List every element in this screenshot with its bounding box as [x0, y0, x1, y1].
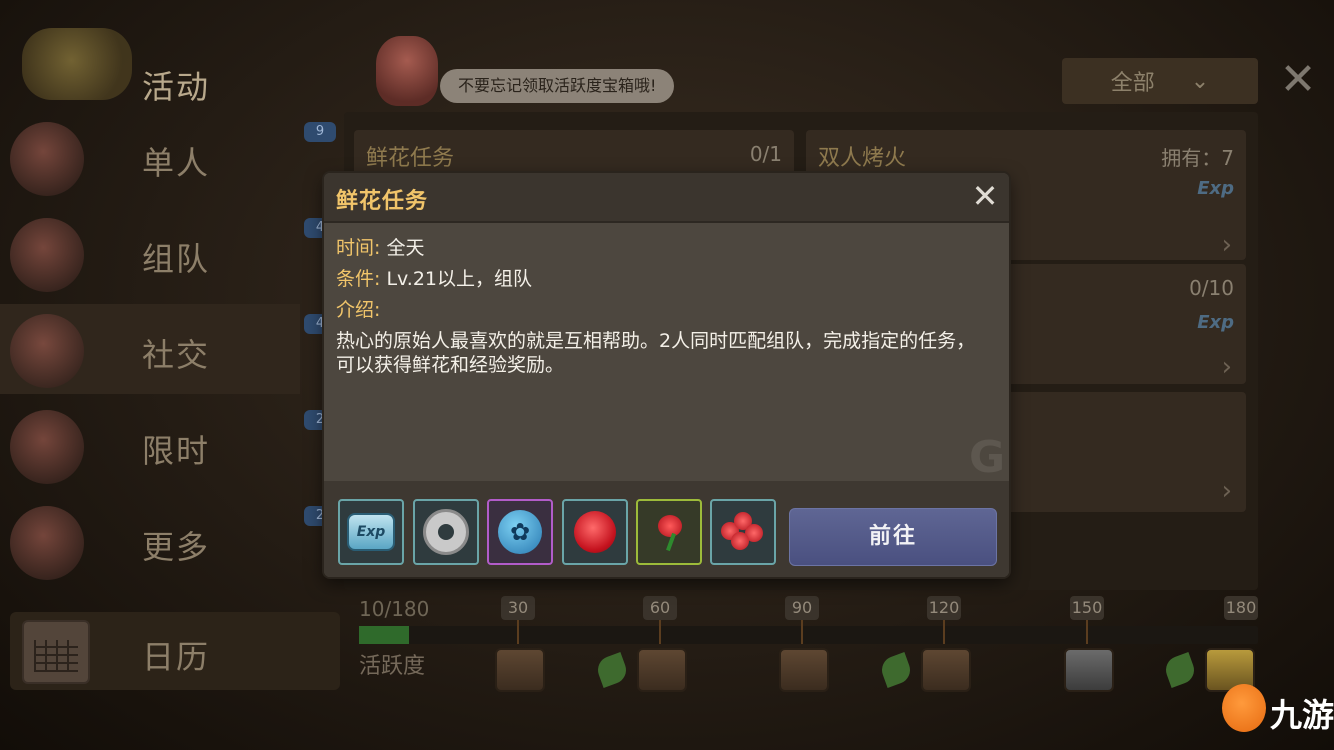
site-mascot-logo-icon: [1222, 684, 1266, 732]
activity-progress-track: [359, 626, 1258, 644]
activity-emblem-icon: [22, 28, 132, 100]
milestone-badge: 150: [1070, 596, 1104, 620]
time-value: 全天: [386, 237, 425, 259]
activity-points: 10/180: [359, 597, 430, 621]
chevron-right-icon[interactable]: ›: [1222, 476, 1232, 506]
more-avatar-icon: [10, 506, 84, 580]
reward-slot[interactable]: [636, 499, 702, 565]
condition-row: 条件: Lv.21以上，组队: [336, 264, 532, 291]
sidebar-item-more[interactable]: 更多 2: [0, 496, 336, 586]
chevron-right-icon[interactable]: ›: [1222, 230, 1232, 260]
calendar-label: 日历: [142, 638, 211, 676]
calendar-icon: [22, 620, 90, 684]
milestone-marker: [517, 620, 519, 644]
section-title: 活动: [142, 68, 211, 106]
chest-icon[interactable]: [637, 648, 687, 692]
intro-key: 介绍:: [336, 299, 381, 321]
reward-slot[interactable]: Exp: [338, 499, 404, 565]
card-owned: 拥有：7: [1161, 146, 1234, 170]
single-rose-icon: [654, 515, 684, 549]
filter-dropdown[interactable]: 全部 ⌄: [1062, 58, 1258, 104]
activity-label: 活跃度: [359, 654, 426, 679]
chest-icon[interactable]: [779, 648, 829, 692]
close-icon[interactable]: ✕: [969, 180, 1001, 213]
time-row: 时间: 全天: [336, 233, 424, 260]
milestone-badge: 60: [643, 596, 677, 620]
sidebar-item-label: 限时: [142, 432, 211, 470]
silver-chest-icon[interactable]: [1064, 648, 1114, 692]
activity-progress-fill: [359, 626, 410, 644]
paw-orb-icon: ✿: [498, 510, 542, 554]
filter-label: 全部: [1110, 71, 1155, 96]
npc-avatar: [376, 36, 438, 106]
dialog-title: 鲜花任务: [336, 189, 429, 214]
chevron-down-icon: ⌄: [1190, 68, 1210, 94]
team-avatar-icon: [10, 218, 84, 292]
time-key: 时间:: [336, 237, 381, 259]
milestone-badge: 30: [501, 596, 535, 620]
milestone-badge: 120: [927, 596, 961, 620]
leaf-icon: [878, 652, 914, 688]
count-badge: 9: [304, 122, 336, 142]
exp-icon: Exp: [347, 513, 395, 551]
card-progress: 0/10: [1189, 276, 1234, 300]
sidebar-item-label: 社交: [142, 336, 211, 374]
reward-slot[interactable]: [562, 499, 628, 565]
chest-icon[interactable]: [495, 648, 545, 692]
intro-row: 介绍:: [336, 295, 380, 322]
leaf-icon: [1162, 652, 1198, 688]
dialog-header: 鲜花任务 ✕: [324, 173, 1009, 223]
exp-icon: Exp: [1197, 312, 1234, 333]
milestone-marker: [659, 620, 661, 644]
game-logo-watermark-icon: G: [969, 432, 1006, 483]
chevron-right-icon[interactable]: ›: [1222, 352, 1232, 382]
sidebar-item-label: 更多: [142, 528, 211, 566]
go-button[interactable]: 前往: [789, 508, 997, 566]
sidebar-item-label: 组队: [142, 240, 211, 278]
close-icon[interactable]: ✕: [1276, 58, 1320, 104]
milestone-badge: 180: [1224, 596, 1258, 620]
chest-icon[interactable]: [921, 648, 971, 692]
milestone-marker: [943, 620, 945, 644]
npc-tip-bubble: 不要忘记领取活跃度宝箱哦!: [440, 69, 675, 103]
card-title: 鲜花任务: [366, 146, 455, 171]
bouquet-icon: [721, 512, 765, 552]
sidebar-item-team[interactable]: 组队 4: [0, 208, 336, 298]
single-avatar-icon: [10, 122, 84, 196]
ring-icon: [423, 509, 469, 555]
leaf-icon: [594, 652, 630, 688]
sidebar-item-single[interactable]: 单人 9: [0, 112, 336, 202]
card-title: 双人烤火: [818, 146, 907, 171]
task-description: 热心的原始人最喜欢的就是互相帮助。2人同时匹配组队，完成指定的任务，可以获得鲜花…: [336, 330, 976, 376]
rose-icon: [574, 511, 616, 553]
milestone-marker: [1086, 620, 1088, 644]
calendar-button[interactable]: 日历: [10, 612, 340, 690]
condition-value: Lv.21以上，组队: [386, 268, 533, 290]
milestone-badge: 90: [785, 596, 819, 620]
sidebar-item-label: 单人: [142, 144, 211, 182]
condition-key: 条件:: [336, 268, 381, 290]
reward-slot[interactable]: [710, 499, 776, 565]
task-detail-dialog: 鲜花任务 ✕ 时间: 全天 条件: Lv.21以上，组队 介绍: 热心的原始人最…: [324, 173, 1009, 577]
hourglass-icon: [10, 410, 84, 484]
exp-icon: Exp: [1197, 178, 1234, 199]
milestone-marker: [801, 620, 803, 644]
reward-slot[interactable]: ✿: [487, 499, 553, 565]
site-watermark-text: 九游: [1270, 696, 1334, 734]
card-progress: 0/1: [749, 142, 782, 166]
sidebar-item-limited[interactable]: 限时 2: [0, 400, 336, 490]
sidebar-item-social[interactable]: 社交 4: [0, 304, 336, 394]
reward-slot[interactable]: [413, 499, 479, 565]
social-avatar-icon: [10, 314, 84, 388]
